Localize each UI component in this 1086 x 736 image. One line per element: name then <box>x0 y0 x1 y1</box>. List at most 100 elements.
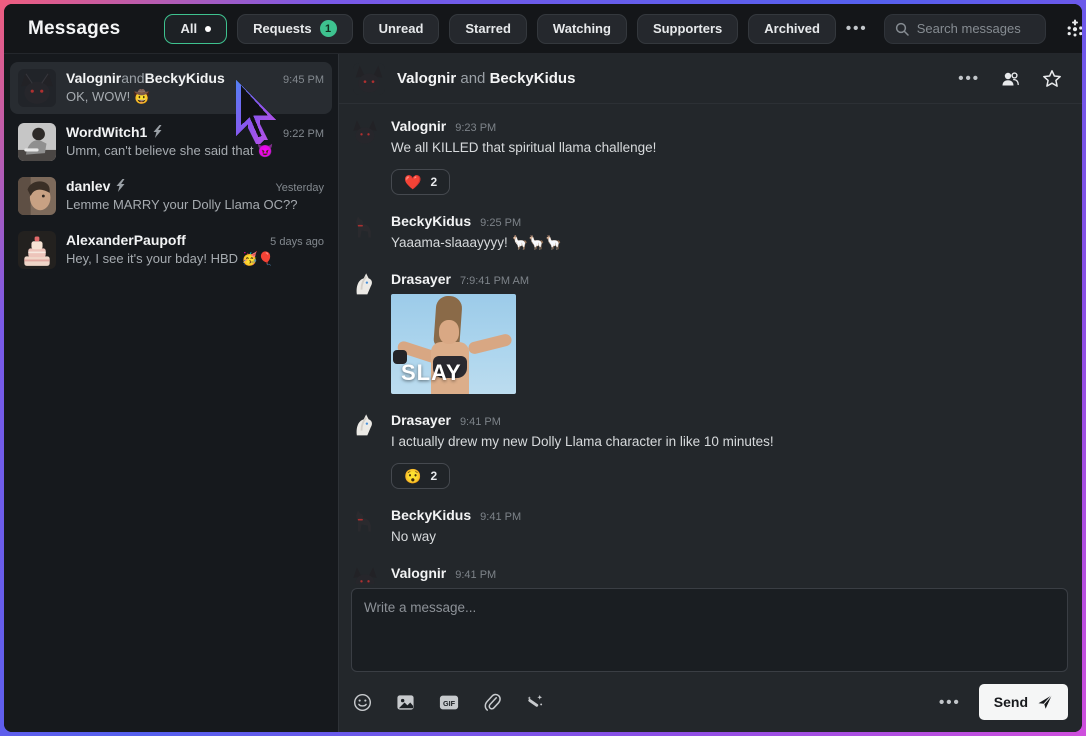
conversation-preview: Umm, can't believe she said that 😈 <box>66 143 274 158</box>
group-members-icon[interactable] <box>998 68 1022 90</box>
magic-wand-icon[interactable] <box>523 691 546 714</box>
top-bar: Messages All Requests 1 Unread Starred W… <box>4 4 1082 54</box>
message-timestamp: 7:9:41 PM AM <box>459 274 530 287</box>
conversation-timestamp: 5 days ago <box>270 236 324 248</box>
chat-title-separator: and <box>456 70 490 87</box>
chat-title-name-second: BeckyKidus <box>489 70 576 87</box>
filter-tab-unread[interactable]: Unread <box>362 13 440 44</box>
reaction-pill-heart[interactable]: ❤️ 2 <box>391 168 451 195</box>
image-icon[interactable] <box>394 691 417 714</box>
message-beckykidus-2: BeckyKidus 9:41 PM No way <box>351 507 1064 547</box>
gif-figure-face <box>439 319 459 344</box>
message-author[interactable]: Drasayer <box>391 412 451 428</box>
message-composer: GIF ••• Send <box>339 584 1082 732</box>
conversation-preview: Hey, I see it's your bday! HBD 🥳🎈 <box>66 251 275 266</box>
filter-tab-supporters-label: Supporters <box>652 21 723 36</box>
chat-panel: Valognir and BeckyKidus ••• Valognir 9:2… <box>338 54 1082 732</box>
avatar-valognir <box>351 118 379 146</box>
filter-tab-archived[interactable]: Archived <box>748 13 836 44</box>
verified-badge-icon <box>152 125 163 138</box>
conversation-name: AlexanderPaupoff <box>66 232 186 248</box>
message-list: Valognir 9:23 PM We all KILLED that spir… <box>339 104 1082 584</box>
conversation-name: Valognir <box>66 70 122 86</box>
conversation-preview: Lemme MARRY your Dolly Llama OC?? <box>66 197 298 212</box>
avatar-danlev <box>18 177 56 215</box>
message-text: We all KILLED that spiritual llama chall… <box>391 140 657 155</box>
conversation-name: danlev <box>66 178 111 194</box>
filter-tab-archived-label: Archived <box>764 21 820 36</box>
message-input[interactable] <box>351 588 1068 672</box>
gif-figure-arm <box>467 332 513 355</box>
filter-tab-unread-label: Unread <box>378 21 424 36</box>
conversation-item-wordwitch1[interactable]: WordWitch1 9:22 PM Umm, can't believe sh… <box>10 116 332 168</box>
composer-toolbar: GIF ••• Send <box>351 684 1068 720</box>
filter-tab-starred-label: Starred <box>465 21 511 36</box>
top-bar-right-group: ••• Search messages <box>846 13 1082 45</box>
svg-text:GIF: GIF <box>443 698 456 707</box>
message-author[interactable]: Drasayer <box>391 271 451 287</box>
messages-app-window: Messages All Requests 1 Unread Starred W… <box>4 4 1082 732</box>
page-title: Messages <box>28 17 121 39</box>
filter-tab-all[interactable]: All <box>164 13 228 44</box>
conversation-list: Valognir and BeckyKidus 9:45 PM OK, WOW!… <box>4 54 338 732</box>
message-timestamp: 9:41 PM <box>455 568 497 581</box>
filter-tab-supporters[interactable]: Supporters <box>636 13 739 44</box>
conversation-timestamp: 9:45 PM <box>283 74 324 86</box>
gif-icon[interactable]: GIF <box>437 691 461 714</box>
filter-tab-requests-label: Requests <box>253 21 312 36</box>
reaction-count: 2 <box>430 468 438 483</box>
message-drasayer-gif: Drasayer 7:9:41 PM AM SLAY <box>351 271 1064 394</box>
requests-count-badge: 1 <box>319 20 337 37</box>
unread-dot <box>205 25 212 32</box>
avatar-wordwitch1 <box>18 123 56 161</box>
search-input[interactable] <box>916 21 1037 36</box>
community-icon[interactable] <box>1062 16 1082 42</box>
chat-title-name: Valognir <box>397 70 457 87</box>
message-author[interactable]: Valognir <box>391 118 446 134</box>
conversation-summary: WordWitch1 9:22 PM Umm, can't believe sh… <box>66 123 324 159</box>
hushed-face-emoji: 😯 <box>404 467 422 484</box>
message-timestamp: 9:23 PM <box>455 122 497 134</box>
conversation-item-danlev[interactable]: danlev Yesterday Lemme MARRY your Dolly … <box>10 170 332 222</box>
filter-tab-watching[interactable]: Watching <box>536 13 627 44</box>
emoji-icon[interactable] <box>351 691 374 714</box>
chat-header: Valognir and BeckyKidus ••• <box>339 54 1082 104</box>
composer-more-icon[interactable]: ••• <box>939 694 961 711</box>
conversation-summary: Valognir and BeckyKidus 9:45 PM OK, WOW!… <box>66 69 324 105</box>
send-button[interactable]: Send <box>978 684 1068 720</box>
avatar-beckykidus <box>351 213 379 241</box>
message-author[interactable]: BeckyKidus <box>391 507 471 523</box>
chat-header-actions: ••• <box>958 67 1064 91</box>
conversation-timestamp: 9:22 PM <box>283 128 324 140</box>
send-label: Send <box>993 694 1028 710</box>
star-icon[interactable] <box>1040 67 1064 91</box>
reaction-count: 2 <box>430 174 438 189</box>
avatar-valognir-beckykidus <box>18 69 56 107</box>
reaction-pill-hushed[interactable]: 😯 2 <box>391 462 451 489</box>
conversation-item-valognir-beckykidus[interactable]: Valognir and BeckyKidus 9:45 PM OK, WOW!… <box>10 62 332 114</box>
chat-more-icon[interactable]: ••• <box>958 70 980 87</box>
conversation-item-alexanderpaupoff[interactable]: AlexanderPaupoff 5 days ago Hey, I see i… <box>10 224 332 276</box>
filter-tab-requests[interactable]: Requests 1 <box>237 13 353 44</box>
filter-tab-starred[interactable]: Starred <box>449 13 527 44</box>
message-text: Yaaama-slaaayyyy! 🦙🦙🦙 <box>391 234 562 250</box>
message-author[interactable]: BeckyKidus <box>391 213 471 229</box>
send-icon <box>1037 694 1053 710</box>
chat-title: Valognir and BeckyKidus <box>397 70 575 87</box>
filter-tab-all-label: All <box>180 21 198 36</box>
message-timestamp: 9:25 PM <box>480 216 522 229</box>
gif-caption: SLAY <box>401 359 462 385</box>
attachment-icon[interactable] <box>481 691 503 714</box>
heart-emoji: ❤️ <box>404 173 422 190</box>
chat-avatar-valognir-beckykidus <box>353 62 385 95</box>
message-timestamp: 9:41 PM <box>459 415 501 428</box>
app-body: Valognir and BeckyKidus 9:45 PM OK, WOW!… <box>4 54 1082 732</box>
search-box[interactable] <box>883 13 1046 44</box>
conversation-timestamp: Yesterday <box>275 182 324 194</box>
more-filters-icon[interactable]: ••• <box>846 20 868 37</box>
message-author[interactable]: Valognir <box>391 565 446 581</box>
avatar-valognir <box>351 565 379 584</box>
slay-gif-image[interactable]: SLAY <box>391 293 516 394</box>
conversation-summary: AlexanderPaupoff 5 days ago Hey, I see i… <box>66 231 324 267</box>
composer-right-group: ••• Send <box>939 684 1068 720</box>
